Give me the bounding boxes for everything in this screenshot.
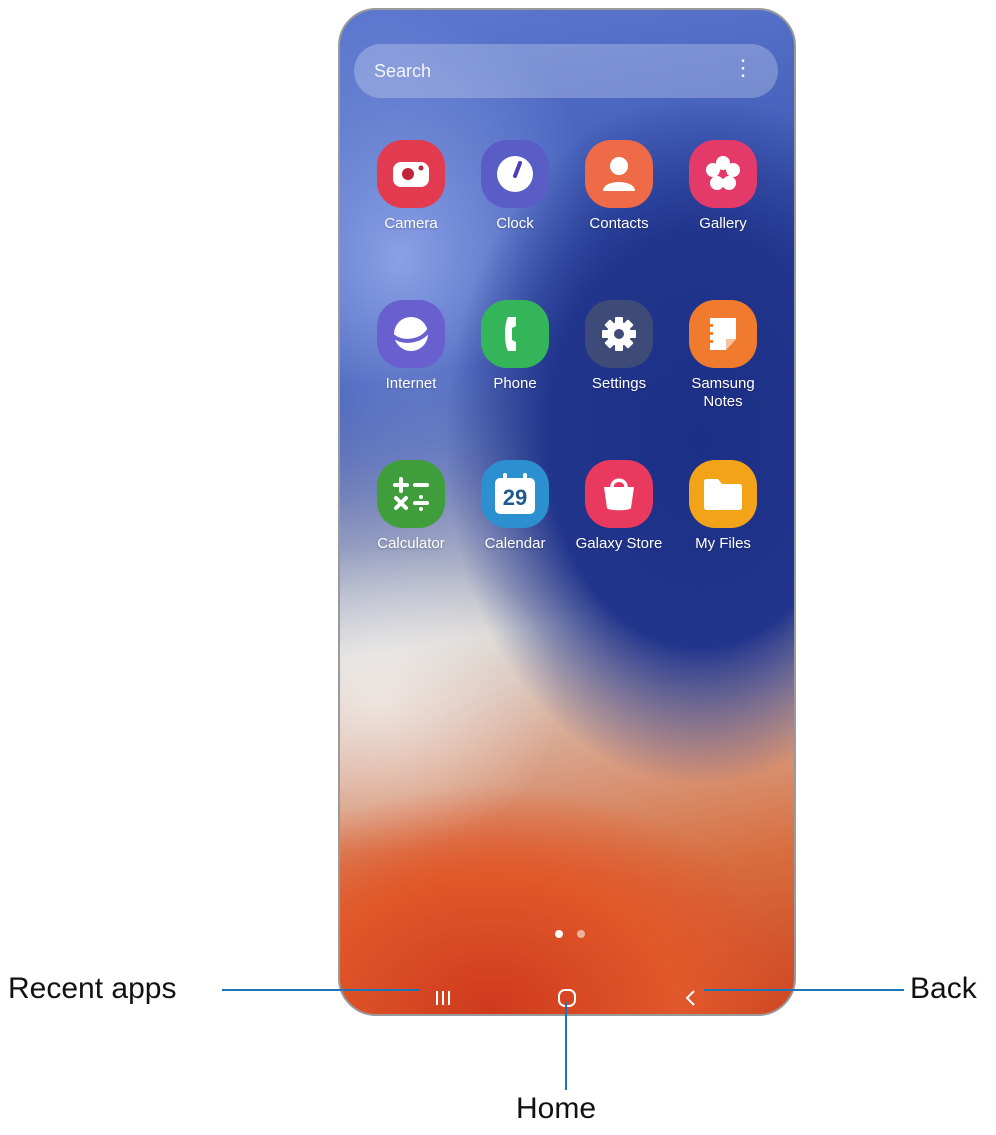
home-button[interactable]	[537, 980, 597, 1014]
notes-icon	[689, 300, 757, 368]
app-clock[interactable]: Clock	[465, 140, 565, 233]
app-label: Internet	[385, 375, 437, 392]
page-dot	[577, 930, 586, 938]
gallery-icon	[689, 140, 757, 208]
navigation-bar	[340, 980, 794, 1014]
app-label: My Files	[695, 535, 751, 552]
app-label: Phone	[493, 375, 537, 392]
app-calendar[interactable]: 29 Calendar	[465, 460, 565, 553]
folder-icon	[689, 460, 757, 528]
app-camera[interactable]: Camera	[361, 140, 461, 233]
phone-screen: Search ⋮ Camera Clock Contacts Gallery I…	[338, 8, 796, 1016]
app-label: Gallery	[699, 215, 747, 232]
callout-recent-apps-line	[222, 989, 420, 991]
app-label: Clock	[496, 215, 534, 232]
callout-recent-apps-label: Recent apps	[8, 972, 177, 1005]
more-vert-icon[interactable]: ⋮	[732, 57, 754, 79]
home-icon	[557, 988, 577, 1013]
app-my-files[interactable]: My Files	[673, 460, 773, 553]
callout-home-line	[565, 1002, 567, 1090]
recent-apps-icon	[433, 989, 453, 1012]
contacts-icon	[585, 140, 653, 208]
settings-icon	[585, 300, 653, 368]
search-bar[interactable]: Search ⋮	[354, 44, 778, 98]
app-gallery[interactable]: Gallery	[673, 140, 773, 233]
app-label: Camera	[384, 215, 438, 232]
calendar-day: 29	[502, 484, 528, 510]
app-label: Calendar	[484, 535, 546, 552]
search-placeholder: Search	[374, 61, 432, 81]
clock-icon	[481, 140, 549, 208]
page-dot-active	[555, 930, 563, 938]
app-label: Samsung Notes	[691, 375, 755, 410]
store-icon	[585, 460, 653, 528]
app-phone[interactable]: Phone	[465, 300, 565, 393]
back-button[interactable]	[660, 980, 720, 1014]
back-icon	[683, 988, 697, 1013]
page-indicator	[550, 925, 590, 943]
callout-back-line	[704, 989, 904, 991]
phone-icon	[481, 300, 549, 368]
app-label: Galaxy Store	[575, 535, 663, 552]
internet-icon	[377, 300, 445, 368]
app-contacts[interactable]: Contacts	[569, 140, 669, 233]
calculator-icon	[377, 460, 445, 528]
callout-home-label: Home	[516, 1092, 597, 1125]
recent-apps-button[interactable]	[413, 980, 473, 1014]
app-label: Contacts	[589, 215, 649, 232]
camera-icon	[377, 140, 445, 208]
calendar-icon: 29	[481, 460, 549, 528]
app-settings[interactable]: Settings	[569, 300, 669, 393]
app-internet[interactable]: Internet	[361, 300, 461, 393]
app-galaxy-store[interactable]: Galaxy Store	[569, 460, 669, 553]
app-samsung-notes[interactable]: Samsung Notes	[673, 300, 773, 411]
callout-back-label: Back	[910, 972, 977, 1005]
app-label: Settings	[591, 375, 647, 392]
app-label: Calculator	[377, 535, 445, 552]
app-calculator[interactable]: Calculator	[361, 460, 461, 553]
